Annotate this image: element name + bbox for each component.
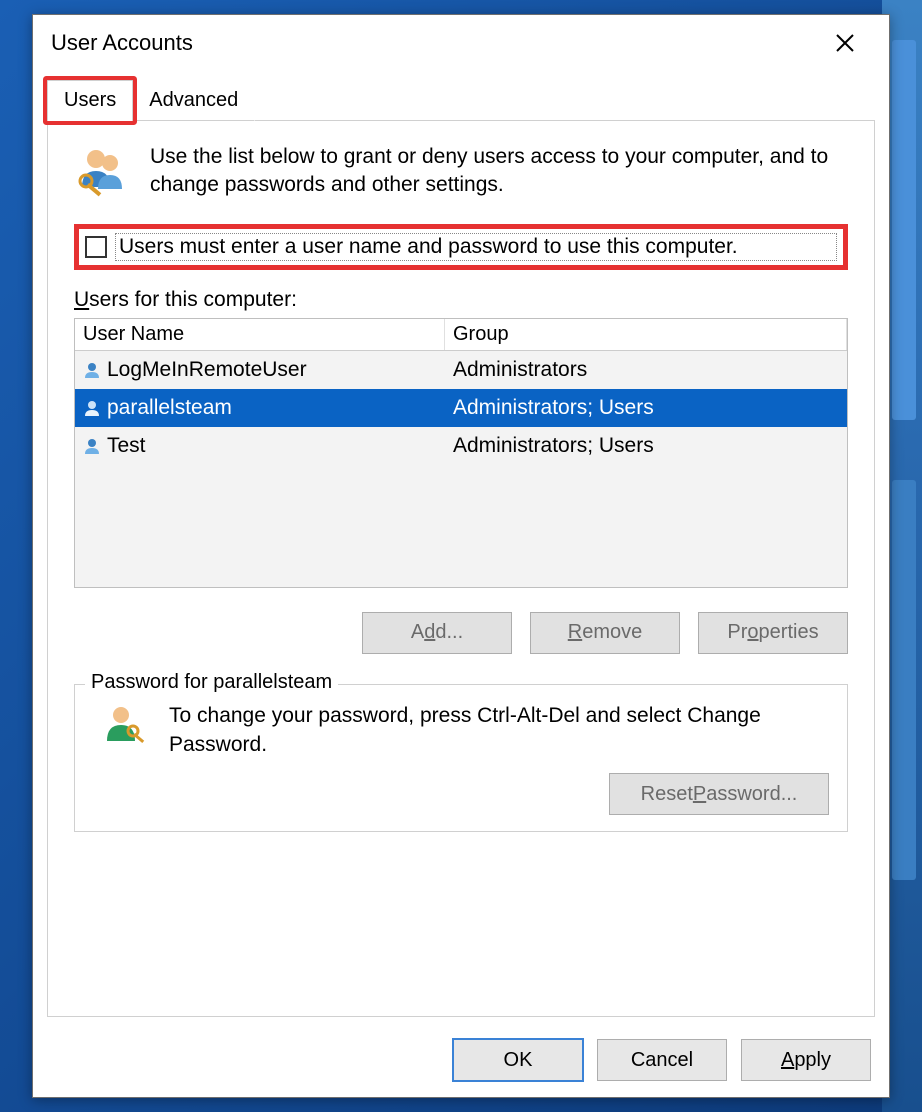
apply-button[interactable]: Apply [741, 1039, 871, 1081]
password-instruction: To change your password, press Ctrl-Alt-… [169, 701, 829, 760]
user-accounts-dialog: User Accounts Users Advanced [32, 14, 890, 1098]
close-button[interactable] [815, 23, 875, 63]
user-key-icon [101, 701, 147, 747]
add-button[interactable]: Add... [362, 612, 512, 654]
users-keys-icon [74, 143, 128, 197]
require-login-checkbox[interactable] [85, 236, 107, 258]
tab-strip: Users Advanced [33, 71, 889, 121]
password-legend: Password for parallelsteam [85, 671, 338, 694]
require-login-row: Users must enter a user name and passwor… [74, 224, 848, 270]
table-row[interactable]: Test Administrators; Users [75, 427, 847, 465]
users-list-header: User Name Group [75, 319, 847, 351]
dialog-title: User Accounts [51, 30, 815, 56]
tab-users[interactable]: Users [47, 80, 133, 121]
user-group: Administrators; Users [445, 394, 847, 422]
user-name: parallelsteam [107, 396, 232, 420]
users-list-caption: Users for this computer: [74, 288, 848, 312]
user-group: Administrators [445, 356, 847, 384]
user-group: Administrators; Users [445, 432, 847, 460]
cancel-button[interactable]: Cancel [597, 1039, 727, 1081]
properties-button[interactable]: Properties [698, 612, 848, 654]
tab-users-label: Users [64, 89, 116, 111]
ok-label: OK [504, 1049, 533, 1072]
cancel-label: Cancel [631, 1049, 693, 1072]
user-action-row: Add... Remove Properties [74, 612, 848, 654]
tab-advanced[interactable]: Advanced [132, 80, 255, 121]
table-row[interactable]: LogMeInRemoteUser Administrators [75, 351, 847, 389]
user-name: LogMeInRemoteUser [107, 358, 307, 382]
intro-row: Use the list below to grant or deny user… [74, 143, 848, 200]
dialog-button-row: OK Cancel Apply [33, 1029, 889, 1097]
user-icon [83, 437, 101, 455]
tab-body: Use the list below to grant or deny user… [47, 121, 875, 1017]
column-header-username[interactable]: User Name [75, 319, 445, 350]
intro-text: Use the list below to grant or deny user… [150, 143, 848, 200]
user-icon [83, 361, 101, 379]
require-login-label[interactable]: Users must enter a user name and passwor… [115, 233, 837, 261]
close-icon [836, 34, 854, 52]
reset-password-button[interactable]: Reset Password... [609, 773, 829, 815]
users-list: User Name Group LogMeInRemoteUser Admini… [74, 318, 848, 588]
titlebar: User Accounts [33, 15, 889, 71]
password-groupbox: Password for parallelsteam To change you… [74, 684, 848, 833]
remove-button[interactable]: Remove [530, 612, 680, 654]
column-header-group[interactable]: Group [445, 319, 847, 350]
table-row[interactable]: parallelsteam Administrators; Users [75, 389, 847, 427]
ok-button[interactable]: OK [453, 1039, 583, 1081]
user-name: Test [107, 434, 146, 458]
tab-advanced-label: Advanced [149, 89, 238, 111]
user-icon [83, 399, 101, 417]
